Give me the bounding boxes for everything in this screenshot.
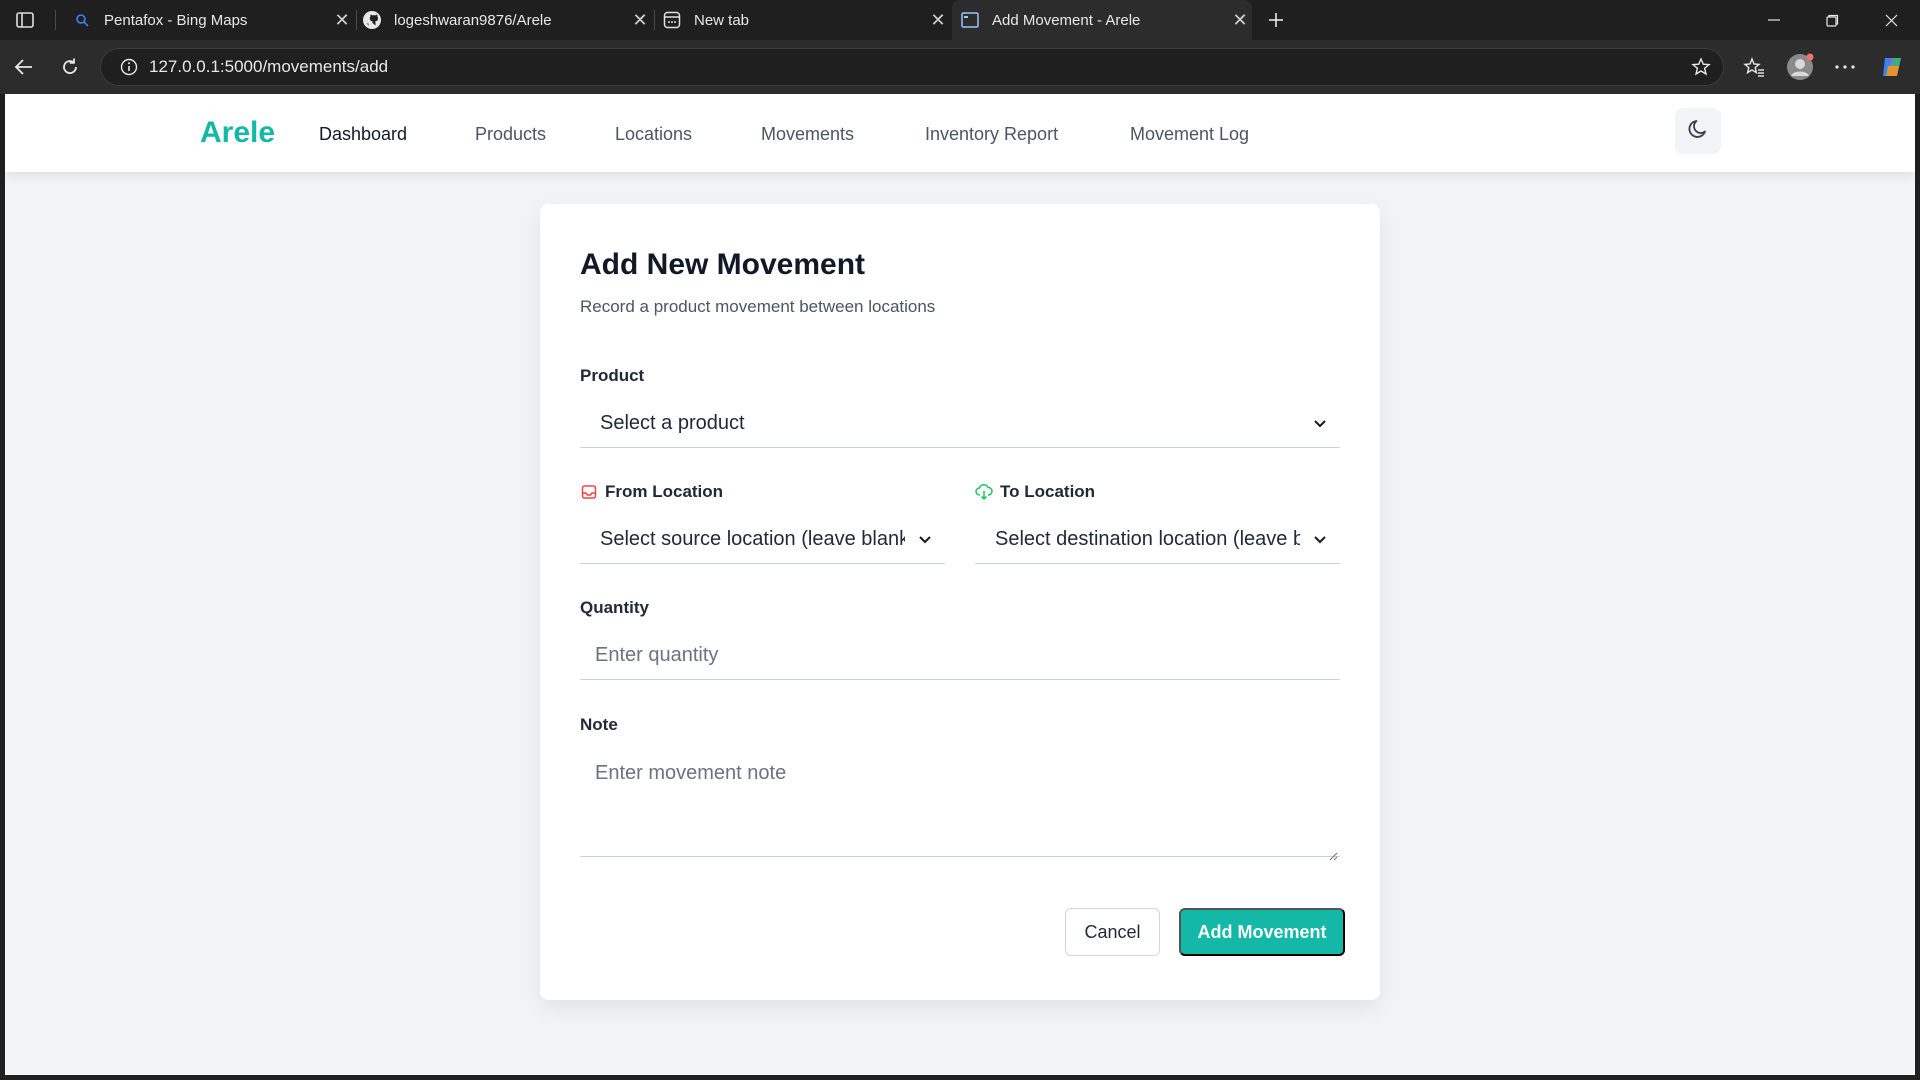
newtab-icon — [662, 10, 682, 30]
restore-icon[interactable] — [1803, 0, 1861, 40]
nav-link-movements[interactable]: Movements — [761, 124, 854, 145]
page-title: Add New Movement — [580, 248, 866, 281]
minimize-icon[interactable] — [1745, 0, 1803, 40]
github-icon — [362, 10, 382, 30]
from-location-label: From Location — [580, 482, 723, 502]
tab-separator — [55, 10, 56, 30]
chevron-down-icon — [1300, 400, 1340, 447]
from-location-select-value: Select source location (leave blank for … — [600, 528, 905, 550]
inbox-icon — [580, 483, 598, 501]
resize-handle-icon[interactable] — [1328, 844, 1338, 861]
favorites-icon[interactable] — [1738, 51, 1770, 83]
page-icon — [960, 10, 980, 30]
brand-logo[interactable]: Arele — [200, 116, 275, 150]
product-select[interactable]: Select a product — [580, 400, 1340, 448]
cancel-button[interactable]: Cancel — [1065, 908, 1160, 956]
new-tab-icon[interactable] — [1262, 6, 1290, 34]
site-info-icon[interactable] — [109, 58, 149, 76]
nav-link-dashboard[interactable]: Dashboard — [319, 124, 407, 145]
copilot-icon[interactable] — [1876, 51, 1908, 83]
address-bar[interactable]: 127.0.0.1:5000/movements/add — [100, 48, 1724, 86]
from-location-select[interactable]: Select source location (leave blank for … — [580, 516, 945, 564]
to-location-label: To Location — [975, 482, 1095, 502]
browser-tab-strip: Pentafox - Bing Maps ✕ logeshwaran9876/A… — [0, 0, 1920, 40]
sidebar-toggle-icon[interactable] — [10, 8, 40, 32]
nav-link-inventory-report[interactable]: Inventory Report — [925, 124, 1058, 145]
chevron-down-icon — [1300, 516, 1340, 563]
reload-icon[interactable] — [54, 51, 86, 83]
tab-separator — [654, 10, 655, 30]
tab-title: Pentafox - Bing Maps — [104, 11, 248, 29]
to-location-select-value: Select destination location (leave blank… — [995, 528, 1300, 550]
nav-link-locations[interactable]: Locations — [615, 124, 692, 145]
close-icon[interactable]: ✕ — [628, 8, 652, 32]
quantity-placeholder: Enter quantity — [595, 644, 719, 666]
theme-toggle-button[interactable] — [1675, 108, 1721, 154]
to-location-select[interactable]: Select destination location (leave blank… — [975, 516, 1340, 564]
app-navbar: Arele Dashboard Products Locations Movem… — [5, 94, 1915, 172]
add-movement-button[interactable]: Add Movement — [1179, 908, 1345, 956]
note-label: Note — [580, 715, 618, 734]
moon-icon — [1687, 118, 1709, 145]
note-placeholder: Enter movement note — [595, 762, 787, 784]
add-movement-card: Add New Movement Record a product moveme… — [540, 204, 1380, 1000]
product-label: Product — [580, 366, 645, 385]
nav-link-products[interactable]: Products — [475, 124, 546, 145]
tab-separator — [356, 10, 357, 30]
product-select-value: Select a product — [600, 412, 745, 434]
chevron-down-icon — [905, 516, 945, 563]
quantity-label: Quantity — [580, 598, 649, 617]
back-icon[interactable] — [8, 51, 40, 83]
close-icon[interactable]: ✕ — [330, 8, 354, 32]
tab-add-movement[interactable]: Add Movement - Arele ✕ — [952, 0, 1252, 40]
favorite-star-icon[interactable] — [1679, 57, 1723, 77]
url-text: 127.0.0.1:5000/movements/add — [149, 57, 389, 76]
tab-new-tab[interactable]: New tab ✕ — [660, 0, 950, 40]
note-textarea[interactable]: Enter movement note — [580, 749, 1340, 861]
tab-bing-maps[interactable]: Pentafox - Bing Maps ✕ — [64, 0, 354, 40]
search-icon — [72, 10, 92, 30]
cloud-download-icon — [975, 483, 993, 501]
close-icon[interactable]: ✕ — [926, 8, 950, 32]
tab-github-arele[interactable]: logeshwaran9876/Arele ✕ — [362, 0, 652, 40]
window-close-icon[interactable] — [1862, 0, 1920, 40]
page-subtitle: Record a product movement between locati… — [580, 297, 936, 316]
browser-toolbar: 127.0.0.1:5000/movements/add — [0, 40, 1920, 94]
tab-title: New tab — [694, 11, 750, 29]
nav-link-movement-log[interactable]: Movement Log — [1130, 124, 1249, 145]
page-viewport: Arele Dashboard Products Locations Movem… — [5, 94, 1915, 1075]
tab-title: logeshwaran9876/Arele — [394, 11, 552, 29]
quantity-input[interactable]: Enter quantity — [580, 632, 1340, 680]
tab-title: Add Movement - Arele — [992, 11, 1141, 29]
profile-avatar-icon[interactable] — [1784, 51, 1816, 83]
close-icon[interactable]: ✕ — [1228, 8, 1252, 32]
more-menu-icon[interactable] — [1829, 51, 1861, 83]
